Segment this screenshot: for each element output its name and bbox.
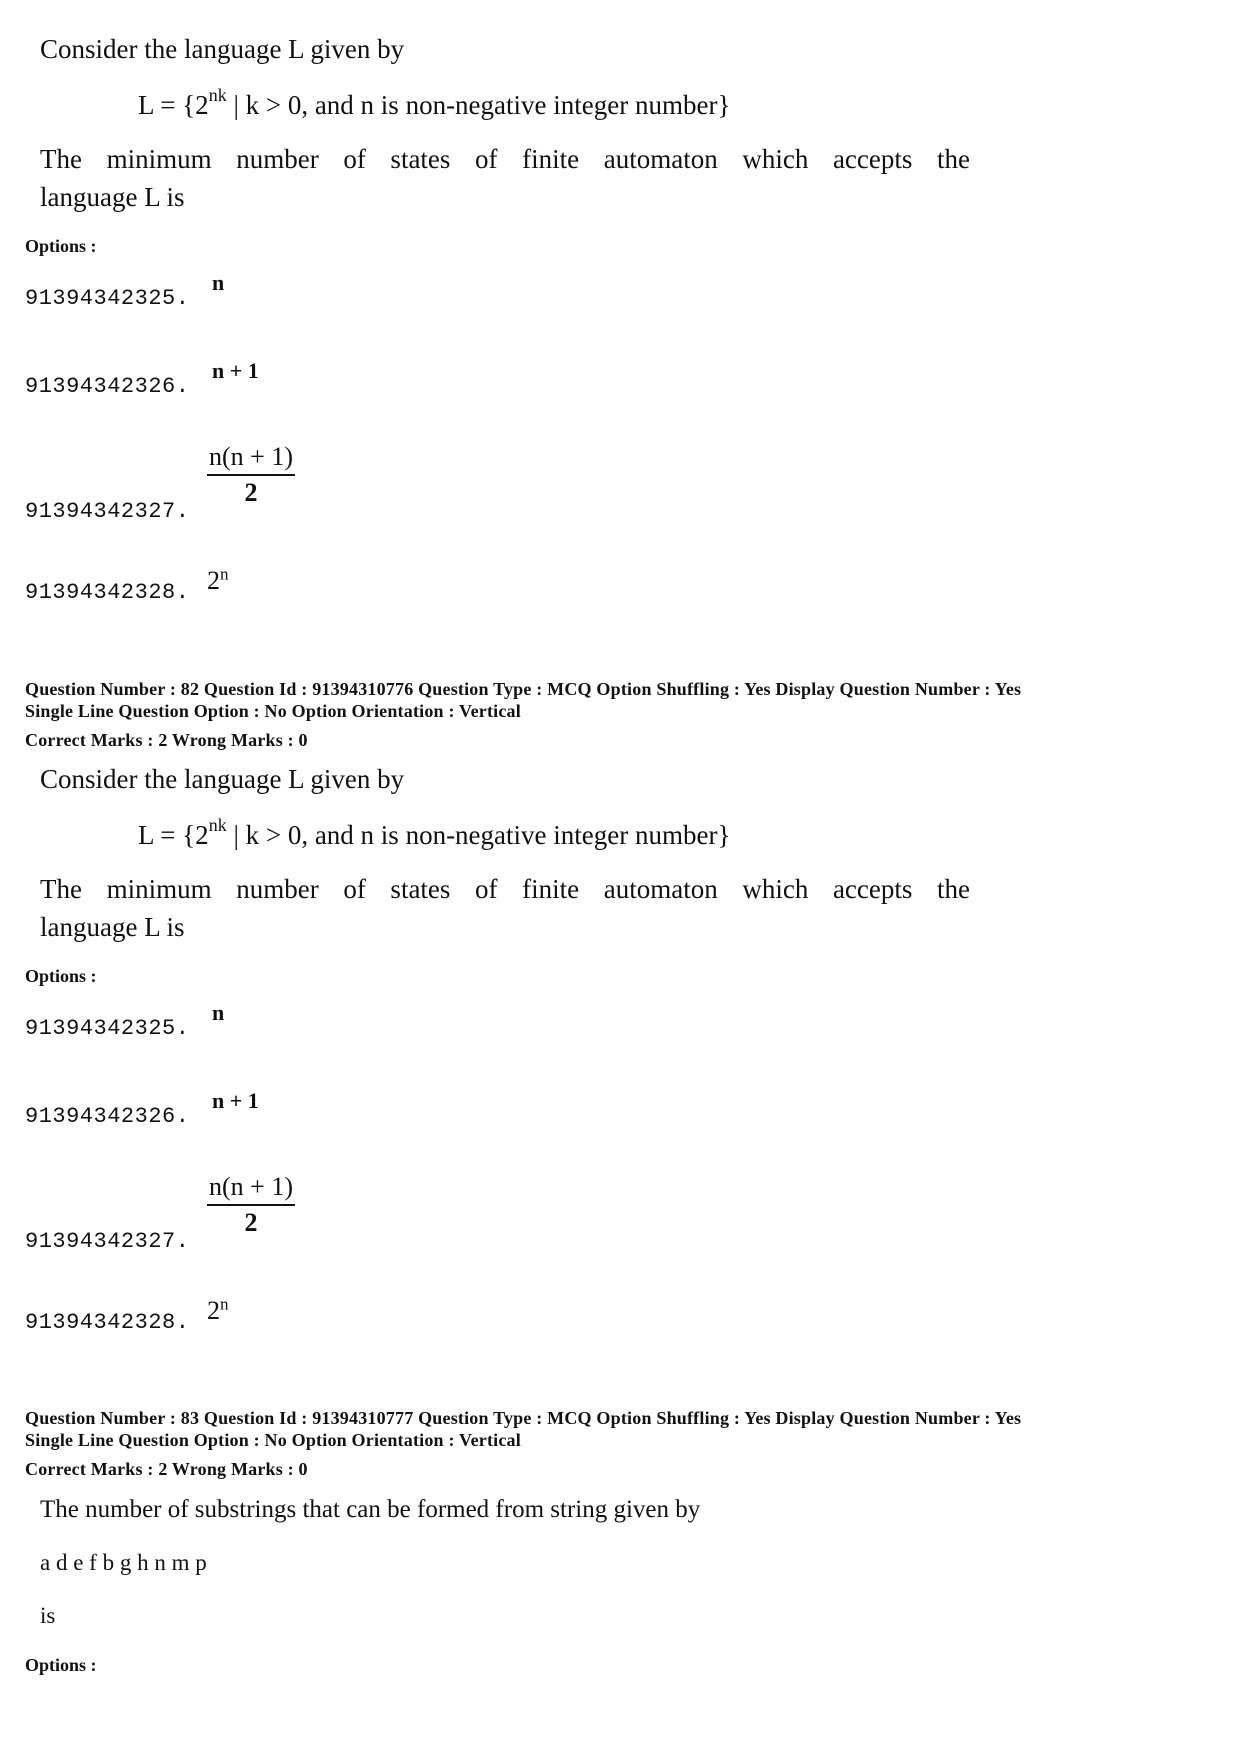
power-exponent: n xyxy=(220,1294,229,1314)
question-meta-line: Single Line Question Option : No Option … xyxy=(25,701,521,721)
option-id: 91394342325. xyxy=(25,1016,190,1041)
option-fraction: n(n + 1) 2 xyxy=(207,442,295,508)
fraction-denominator: 2 xyxy=(244,1208,258,1237)
option-id: 91394342328. xyxy=(25,1310,190,1335)
question-meta-line: Single Line Question Option : No Option … xyxy=(25,1430,521,1450)
option-id: 91394342328. xyxy=(25,580,190,605)
options-label: Options : xyxy=(25,236,97,256)
question-meta-line: Question Number : 83 Question Id : 91394… xyxy=(25,1408,1022,1428)
language-formula: L = {2nk | k > 0, and n is non-negative … xyxy=(138,816,731,851)
power-base: 2 xyxy=(207,1296,220,1325)
formula-prefix: L = {2 xyxy=(138,90,209,120)
marks-line: Correct Marks : 2 Wrong Marks : 0 xyxy=(25,1459,308,1479)
marks-line: Correct Marks : 2 Wrong Marks : 0 xyxy=(25,730,308,750)
question-stem-line: Consider the language L given by xyxy=(40,764,405,794)
fraction-denominator: 2 xyxy=(244,478,258,507)
power-base: 2 xyxy=(207,566,220,595)
stem-text: The minimum number of states of finite a… xyxy=(40,144,970,174)
option-id: 91394342327. xyxy=(25,499,190,524)
option-value: n xyxy=(212,270,225,295)
formula-superscript: nk xyxy=(208,815,227,835)
question-stem-line: The minimum number of states of finite a… xyxy=(40,874,970,905)
option-id: 91394342327. xyxy=(25,1229,190,1254)
option-value: n + 1 xyxy=(212,358,259,383)
question-meta-line: Question Number : 82 Question Id : 91394… xyxy=(25,679,1022,699)
option-id: 91394342326. xyxy=(25,374,190,399)
fraction-numerator: n(n + 1) xyxy=(207,1172,295,1206)
options-label: Options : xyxy=(25,1655,97,1675)
question-stem-line: language L is xyxy=(40,182,185,212)
formula-prefix: L = {2 xyxy=(138,820,209,850)
question-stem-line: The minimum number of states of finite a… xyxy=(40,144,970,175)
formula-superscript: nk xyxy=(208,85,227,105)
question-stem-line: The number of substrings that can be for… xyxy=(40,1496,701,1523)
option-value: n + 1 xyxy=(212,1088,259,1113)
option-fraction: n(n + 1) 2 xyxy=(207,1172,295,1238)
option-id: 91394342326. xyxy=(25,1104,190,1129)
language-formula: L = {2nk | k > 0, and n is non-negative … xyxy=(138,86,731,121)
option-id: 91394342325. xyxy=(25,286,190,311)
question-stem-line: Consider the language L given by xyxy=(40,34,405,64)
question-stem-line: language L is xyxy=(40,912,185,942)
option-value: 2n xyxy=(207,1294,229,1326)
stem-text: The minimum number of states of finite a… xyxy=(40,874,970,904)
power-exponent: n xyxy=(220,564,229,584)
question-stem-line: is xyxy=(40,1603,56,1628)
formula-suffix: | k > 0, and n is non-negative integer n… xyxy=(226,90,731,120)
options-label: Options : xyxy=(25,966,97,986)
option-value: 2n xyxy=(207,564,229,596)
fraction-numerator: n(n + 1) xyxy=(207,442,295,476)
option-value: n xyxy=(212,1000,225,1025)
string-value: a d e f b g h n m p xyxy=(40,1550,207,1575)
formula-suffix: | k > 0, and n is non-negative integer n… xyxy=(226,820,731,850)
